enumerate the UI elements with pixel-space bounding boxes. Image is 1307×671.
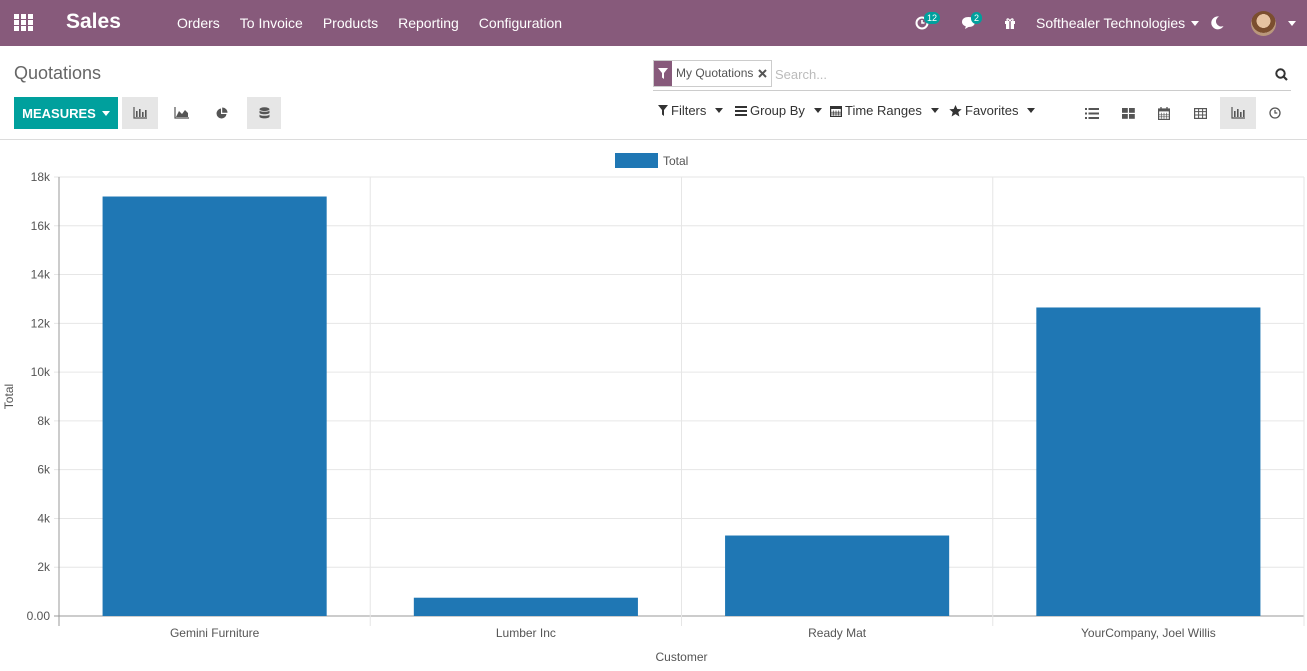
message-count-badge: 2	[971, 12, 983, 24]
list-view-button[interactable]	[1074, 97, 1110, 129]
filters-dropdown[interactable]: Filters	[658, 103, 724, 118]
favorites-label: Favorites	[965, 103, 1019, 118]
chevron-down-icon	[1288, 20, 1296, 26]
time-ranges-dropdown[interactable]: Time Ranges	[830, 103, 939, 118]
bar	[725, 535, 950, 616]
user-menu-caret[interactable]	[1282, 0, 1296, 46]
close-icon[interactable]	[758, 69, 768, 78]
filters-label: Filters	[671, 103, 707, 118]
clock-icon	[1269, 107, 1281, 119]
bar	[1036, 307, 1261, 616]
filter-icon	[654, 61, 672, 86]
y-tick-label: 6k	[37, 463, 51, 477]
area-chart-icon	[173, 107, 189, 119]
group-by-label: Group By	[750, 103, 805, 118]
gift-button[interactable]	[1004, 0, 1016, 46]
chevron-down-icon	[101, 110, 110, 116]
kanban-view-button[interactable]	[1110, 97, 1146, 129]
menu-to-invoice[interactable]: To Invoice	[240, 15, 303, 31]
x-tick-label: YourCompany, Joel Willis	[1081, 626, 1216, 640]
dark-mode-toggle[interactable]	[1209, 0, 1225, 46]
activity-view-button[interactable]	[1257, 97, 1293, 129]
table-icon	[1193, 107, 1207, 119]
bars-icon	[735, 105, 747, 116]
gift-icon	[1005, 17, 1015, 29]
time-ranges-label: Time Ranges	[845, 103, 922, 118]
menu-configuration[interactable]: Configuration	[479, 15, 562, 31]
control-panel: Quotations MEASURES My Quotations Search…	[0, 46, 1307, 140]
y-tick-label: 12k	[31, 316, 51, 330]
legend-swatch	[615, 153, 658, 168]
calendar-view-button[interactable]	[1146, 97, 1182, 129]
x-tick-label: Lumber Inc	[496, 626, 556, 640]
bar	[102, 196, 327, 616]
top-menu: Orders To Invoice Products Reporting Con…	[177, 15, 562, 31]
page-title: Quotations	[14, 63, 102, 83]
user-avatar[interactable]	[1251, 11, 1276, 36]
y-tick-label: 2k	[37, 560, 51, 574]
activity-count-badge: 12	[924, 12, 941, 24]
star-icon	[949, 104, 962, 116]
search-input[interactable]	[775, 63, 1245, 85]
search-facet[interactable]: My Quotations	[653, 60, 773, 87]
calendar-icon	[830, 105, 842, 117]
search-facet-label: My Quotations	[676, 66, 754, 80]
menu-reporting[interactable]: Reporting	[398, 15, 459, 31]
database-icon	[259, 106, 269, 118]
line-chart-button[interactable]	[163, 97, 199, 129]
moon-icon	[1211, 16, 1224, 30]
kanban-icon	[1121, 107, 1135, 119]
bar-chart: 0.00 2k 4k 6k 8k 10k 12k 14k 16k 18k Gemini Furnit…	[2, 153, 1305, 664]
legend-label: Total	[663, 154, 688, 168]
y-tick-label: 16k	[31, 219, 51, 233]
y-tick-label: 10k	[31, 365, 51, 379]
search-bar: My Quotations	[653, 59, 1291, 91]
x-axis-label: Customer	[655, 650, 707, 664]
chevron-down-icon	[1191, 20, 1200, 26]
bar	[413, 597, 638, 616]
main-navbar: Sales Orders To Invoice Products Reporti…	[0, 0, 1307, 46]
calendar-icon	[1158, 106, 1170, 120]
bar-chart-icon	[133, 107, 147, 119]
x-tick-label: Gemini Furniture	[170, 626, 260, 640]
chevron-down-icon	[813, 108, 822, 113]
group-by-dropdown[interactable]: Group By	[735, 103, 822, 118]
pie-chart-icon	[216, 106, 228, 118]
graph-view-button[interactable]	[1220, 97, 1256, 129]
stacked-toggle-button[interactable]	[247, 97, 281, 129]
menu-products[interactable]: Products	[323, 15, 378, 31]
favorites-dropdown[interactable]: Favorites	[949, 103, 1036, 118]
search-icon[interactable]	[1275, 68, 1288, 81]
filter-icon	[658, 105, 668, 116]
chevron-down-icon	[1027, 108, 1036, 113]
app-switcher-icon[interactable]	[14, 14, 34, 32]
y-tick-label: 0.00	[27, 609, 51, 623]
pivot-view-button[interactable]	[1182, 97, 1218, 129]
bar-chart-button[interactable]	[122, 97, 158, 129]
y-tick-label: 18k	[31, 170, 51, 184]
y-tick-label: 8k	[37, 414, 51, 428]
chevron-down-icon	[715, 108, 724, 113]
measures-label: MEASURES	[22, 105, 96, 121]
measures-button[interactable]: MEASURES	[14, 97, 118, 129]
bar-chart-icon	[1231, 107, 1245, 119]
graph-view: 0.00 2k 4k 6k 8k 10k 12k 14k 16k 18k Gemini Furnit…	[0, 141, 1307, 666]
y-tick-label: 4k	[37, 511, 51, 525]
chevron-down-icon	[930, 108, 939, 113]
list-icon	[1085, 107, 1099, 119]
company-name: Softhealer Technologies	[1036, 15, 1186, 31]
company-switcher[interactable]: Softhealer Technologies	[1036, 0, 1200, 46]
pie-chart-button[interactable]	[203, 97, 239, 129]
y-axis-label: Total	[2, 384, 16, 409]
x-tick-label: Ready Mat	[808, 626, 867, 640]
y-tick-label: 14k	[31, 268, 51, 282]
app-title[interactable]: Sales	[66, 10, 121, 34]
menu-orders[interactable]: Orders	[177, 15, 220, 31]
